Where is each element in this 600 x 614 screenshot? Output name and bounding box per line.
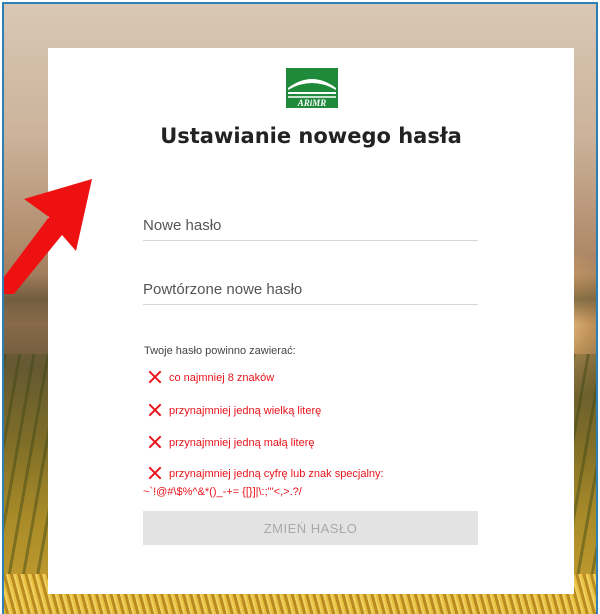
close-icon — [148, 403, 162, 417]
repeat-password-field[interactable] — [143, 268, 478, 305]
change-password-button[interactable]: ZMIEŃ HASŁO — [143, 511, 478, 545]
requirement-label: co najmniej 8 znaków — [169, 372, 275, 384]
arrow-pointer-icon — [4, 179, 92, 294]
new-password-field[interactable] — [143, 204, 478, 241]
page-title: Ustawianie nowego hasła — [160, 124, 462, 148]
requirement-label: przynajmniej jedną cyfrę lub znak specja… — [169, 468, 384, 480]
logo-text: ARiMR — [297, 98, 327, 108]
password-reset-card: ARiMR Ustawianie nowego hasła Twoje hasł… — [48, 48, 574, 594]
requirement-uppercase: przynajmniej jedną wielką literę — [148, 403, 321, 417]
requirements-title: Twoje hasło powinno zawierać: — [144, 345, 296, 357]
close-icon — [148, 435, 162, 449]
close-icon — [148, 370, 162, 384]
new-password-input[interactable] — [143, 217, 478, 234]
repeat-password-input[interactable] — [143, 281, 478, 298]
close-icon — [148, 466, 162, 480]
arimr-logo-icon: ARiMR — [286, 68, 338, 108]
requirement-digit-or-special: przynajmniej jedną cyfrę lub znak specja… — [148, 466, 384, 480]
browser-viewport: ARiMR Ustawianie nowego hasła Twoje hasł… — [2, 2, 598, 614]
requirement-min-length: co najmniej 8 znaków — [148, 370, 274, 384]
special-characters-list: ~`!@#\$%^&*()_-+= {[}]|\:;"'<,>.?/ — [143, 486, 302, 498]
requirement-lowercase: przynajmniej jedną małą literę — [148, 435, 315, 449]
requirement-label: przynajmniej jedną wielką literę — [169, 405, 322, 417]
requirement-label: przynajmniej jedną małą literę — [169, 437, 315, 449]
